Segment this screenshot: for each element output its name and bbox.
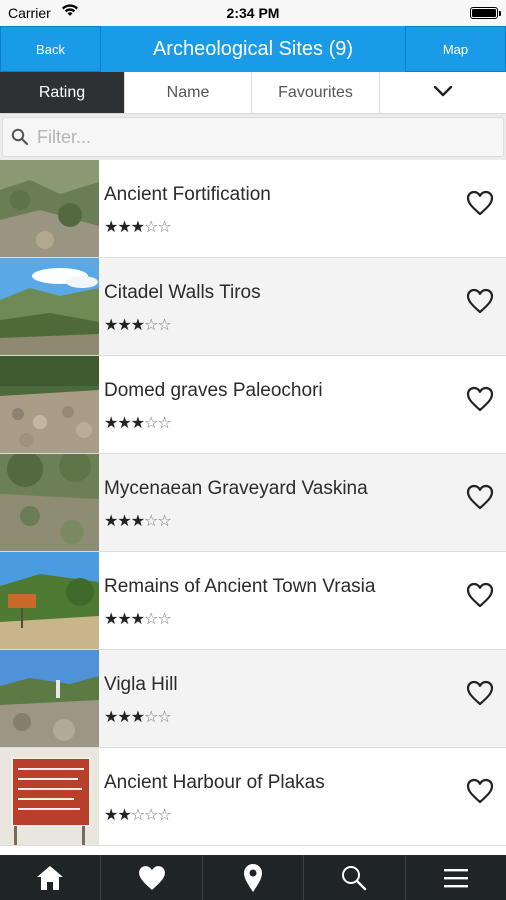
sort-dropdown-button[interactable] bbox=[380, 72, 506, 113]
star-empty-icon: ☆☆ bbox=[144, 707, 172, 726]
favourite-button[interactable] bbox=[466, 386, 494, 412]
star-empty-icon: ☆☆ bbox=[144, 217, 172, 236]
sort-tabs: Rating Name Favourites bbox=[0, 72, 506, 114]
bottom-tab-bar bbox=[0, 855, 506, 900]
heart-outline-icon bbox=[466, 680, 494, 706]
star-filled-icon: ★★★ bbox=[104, 511, 145, 530]
tab-name[interactable]: Name bbox=[125, 72, 252, 113]
heart-outline-icon bbox=[466, 288, 494, 314]
filter-box bbox=[2, 117, 504, 157]
star-rating: ★★☆☆☆ bbox=[104, 805, 172, 824]
battery-icon bbox=[470, 7, 501, 19]
list-item[interactable]: Citadel Walls Tiros ★★★☆☆ bbox=[0, 258, 506, 356]
star-rating: ★★★☆☆ bbox=[104, 217, 172, 236]
nav-bar: Back Archeological Sites (9) Map bbox=[0, 26, 506, 72]
star-empty-icon: ☆☆ bbox=[144, 413, 172, 432]
tab-menu[interactable] bbox=[406, 855, 506, 900]
star-filled-icon: ★★★ bbox=[104, 413, 145, 432]
site-thumbnail bbox=[0, 258, 99, 355]
favourite-button[interactable] bbox=[466, 190, 494, 216]
tab-rating[interactable]: Rating bbox=[0, 72, 125, 113]
filter-bar bbox=[0, 114, 506, 160]
list-item[interactable]: Domed graves Paleochori ★★★☆☆ bbox=[0, 356, 506, 454]
list-item[interactable]: Ancient Harbour of Plakas ★★☆☆☆ bbox=[0, 748, 506, 846]
page-title: Archeological Sites (9) bbox=[152, 37, 354, 60]
favourite-button[interactable] bbox=[466, 680, 494, 706]
clock: 2:34 PM bbox=[226, 5, 280, 21]
star-rating: ★★★☆☆ bbox=[104, 315, 172, 334]
list-item[interactable]: Mycenaean Graveyard Vaskina ★★★☆☆ bbox=[0, 454, 506, 552]
site-name: Citadel Walls Tiros bbox=[104, 282, 261, 303]
map-button[interactable]: Map bbox=[405, 26, 506, 72]
site-name: Vigla Hill bbox=[104, 674, 178, 695]
star-rating: ★★★☆☆ bbox=[104, 413, 172, 432]
back-button[interactable]: Back bbox=[0, 26, 101, 72]
star-rating: ★★★☆☆ bbox=[104, 511, 172, 530]
star-rating: ★★★☆☆ bbox=[104, 609, 172, 628]
sites-list: Ancient Fortification ★★★☆☆ Citadel Wall… bbox=[0, 160, 506, 855]
heart-icon bbox=[138, 865, 165, 890]
site-name: Domed graves Paleochori bbox=[104, 380, 323, 401]
site-thumbnail bbox=[0, 356, 99, 453]
site-thumbnail bbox=[0, 748, 99, 845]
site-name: Remains of Ancient Town Vrasia bbox=[104, 576, 376, 597]
star-empty-icon: ☆☆ bbox=[144, 609, 172, 628]
heart-outline-icon bbox=[466, 386, 494, 412]
site-name: Mycenaean Graveyard Vaskina bbox=[104, 478, 368, 499]
star-filled-icon: ★★★ bbox=[104, 217, 145, 236]
tab-home[interactable] bbox=[0, 855, 102, 900]
star-filled-icon: ★★★ bbox=[104, 609, 145, 628]
heart-outline-icon bbox=[466, 778, 494, 804]
star-empty-icon: ☆☆☆ bbox=[130, 805, 172, 824]
star-empty-icon: ☆☆ bbox=[144, 315, 172, 334]
tab-search[interactable] bbox=[304, 855, 406, 900]
tab-map[interactable] bbox=[203, 855, 305, 900]
site-thumbnail bbox=[0, 650, 99, 747]
star-filled-icon: ★★★ bbox=[104, 707, 145, 726]
site-name: Ancient Harbour of Plakas bbox=[104, 772, 325, 793]
home-icon bbox=[37, 865, 64, 890]
site-name: Ancient Fortification bbox=[104, 184, 271, 205]
star-filled-icon: ★★★ bbox=[104, 315, 145, 334]
site-thumbnail bbox=[0, 552, 99, 649]
list-item[interactable]: Ancient Fortification ★★★☆☆ bbox=[0, 160, 506, 258]
tab-favourites[interactable] bbox=[101, 855, 203, 900]
list-item[interactable]: Vigla Hill ★★★☆☆ bbox=[0, 650, 506, 748]
star-empty-icon: ☆☆ bbox=[144, 511, 172, 530]
search-icon bbox=[342, 865, 367, 890]
star-filled-icon: ★★ bbox=[104, 805, 132, 824]
list-item[interactable]: Remains of Ancient Town Vrasia ★★★☆☆ bbox=[0, 552, 506, 650]
star-rating: ★★★☆☆ bbox=[104, 707, 172, 726]
status-bar: Carrier 2:34 PM bbox=[0, 0, 506, 26]
search-icon bbox=[11, 128, 29, 151]
filter-input[interactable] bbox=[37, 118, 497, 156]
chevron-down-icon bbox=[433, 84, 453, 102]
heart-outline-icon bbox=[466, 190, 494, 216]
menu-icon bbox=[443, 868, 468, 887]
favourite-button[interactable] bbox=[466, 484, 494, 510]
site-thumbnail bbox=[0, 454, 99, 551]
favourite-button[interactable] bbox=[466, 778, 494, 804]
heart-outline-icon bbox=[466, 484, 494, 510]
tab-favourites[interactable]: Favourites bbox=[252, 72, 380, 113]
favourite-button[interactable] bbox=[466, 288, 494, 314]
favourite-button[interactable] bbox=[466, 582, 494, 608]
site-thumbnail bbox=[0, 160, 99, 257]
heart-outline-icon bbox=[466, 582, 494, 608]
map-pin-icon bbox=[244, 863, 263, 892]
